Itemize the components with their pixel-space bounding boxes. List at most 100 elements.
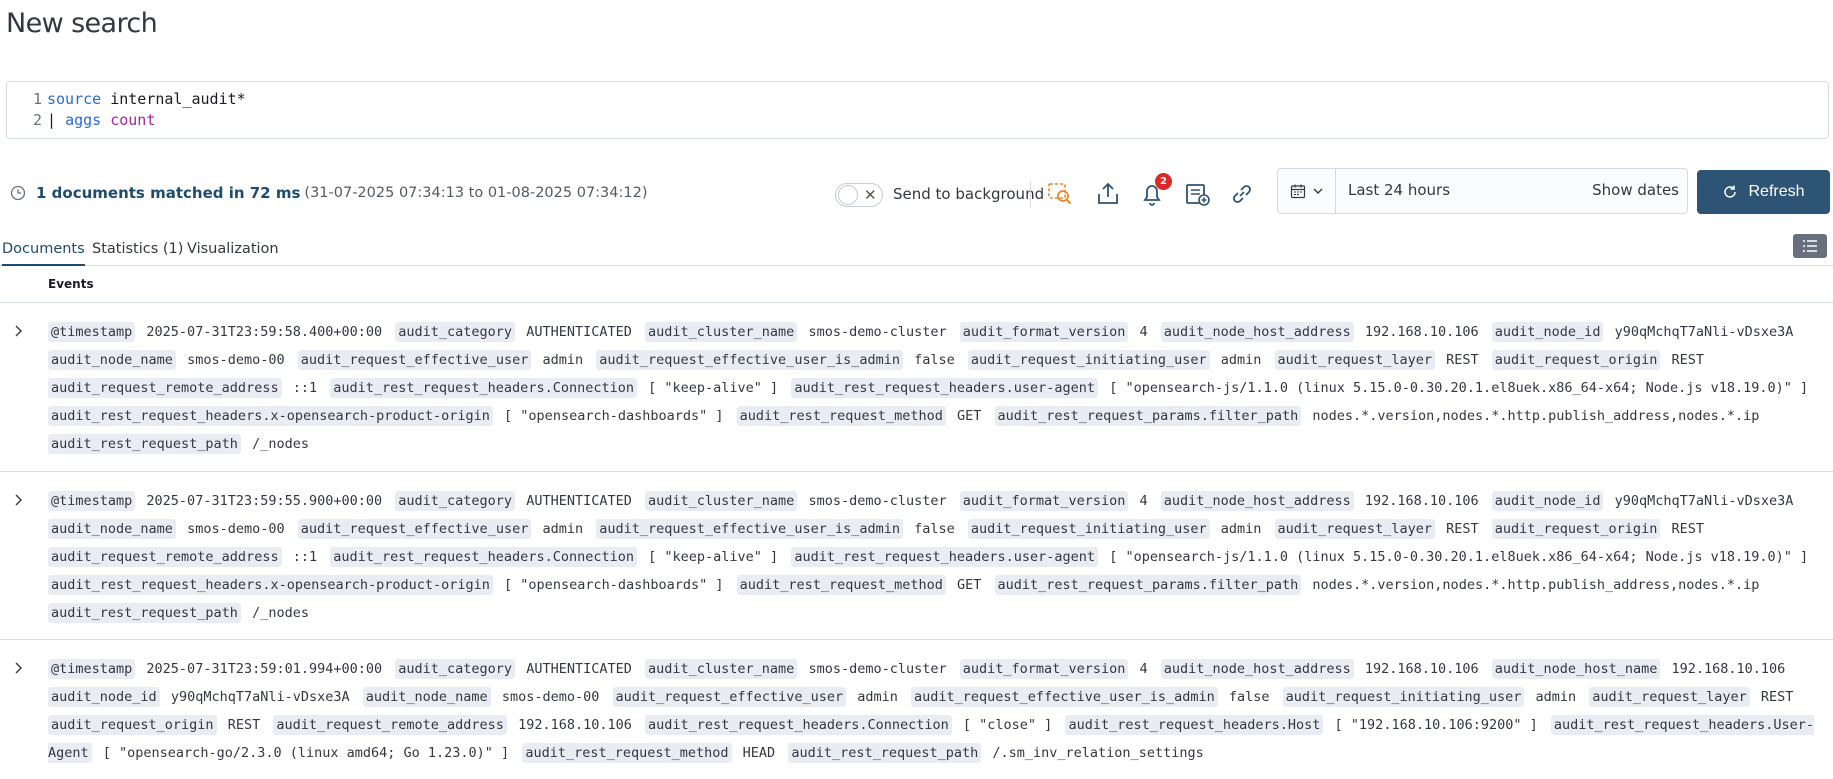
field-name[interactable]: audit_node_host_address [1160, 322, 1354, 342]
event-fields: @timestamp 2025-07-31T23:59:58.400+00:00… [48, 318, 1818, 458]
event-row: @timestamp 2025-07-31T23:59:01.994+00:00… [0, 640, 1833, 779]
field-name[interactable]: audit_request_origin [1491, 519, 1661, 539]
field-name[interactable]: audit_request_initiating_user [1282, 687, 1525, 707]
show-dates-button[interactable]: Show dates [1592, 181, 1679, 199]
field-name[interactable]: audit_node_name [48, 350, 176, 370]
field-name[interactable]: audit_request_effective_user [297, 519, 532, 539]
field-name[interactable]: audit_request_layer [1589, 687, 1750, 707]
field-value: REST [1671, 352, 1704, 368]
field-name[interactable]: audit_node_id [1491, 491, 1604, 511]
field-name[interactable]: audit_rest_request_params.filter_path [994, 406, 1302, 426]
tab-visualization[interactable]: Visualization [187, 238, 279, 266]
field-name[interactable]: audit_request_remote_address [48, 547, 282, 567]
field-name[interactable]: @timestamp [48, 491, 136, 511]
field-name[interactable]: audit_category [395, 322, 516, 342]
field-name[interactable]: audit_rest_request_path [48, 434, 241, 454]
field-name[interactable]: audit_request_initiating_user [967, 350, 1210, 370]
field-name[interactable]: audit_rest_request_headers.x-opensearch-… [48, 575, 493, 595]
query-line-2[interactable]: 2 | aggs count [7, 110, 155, 131]
chevron-right-icon[interactable] [10, 323, 26, 339]
field-name[interactable]: audit_node_name [48, 519, 176, 539]
chevron-right-icon[interactable] [10, 492, 26, 508]
field-name[interactable]: audit_cluster_name [645, 491, 798, 511]
field-name[interactable]: audit_node_host_address [1160, 491, 1354, 511]
field-name[interactable]: audit_format_version [959, 659, 1129, 679]
field-name[interactable]: audit_rest_request_headers.Connection [330, 547, 637, 567]
field-name[interactable]: audit_request_effective_user_is_admin [596, 519, 903, 539]
field-name[interactable]: @timestamp [48, 659, 136, 679]
field-name[interactable]: audit_node_id [1491, 322, 1604, 342]
field-name[interactable]: audit_rest_request_headers.Host [1065, 715, 1324, 735]
share-button[interactable] [1092, 178, 1124, 210]
field-name[interactable]: audit_node_host_address [1160, 659, 1354, 679]
field-name[interactable]: audit_node_name [362, 687, 491, 707]
field-name[interactable]: audit_request_remote_address [48, 378, 282, 398]
field-name[interactable]: audit_rest_request_path [48, 603, 241, 623]
link-button[interactable] [1226, 178, 1258, 210]
inspect-button[interactable] [1044, 178, 1076, 210]
field-name[interactable]: audit_request_remote_address [273, 715, 507, 735]
tab-statistics[interactable]: Statistics (1) [92, 238, 183, 266]
field-name[interactable]: audit_rest_request_headers.x-opensearch-… [48, 406, 493, 426]
field-name[interactable]: audit_request_effective_user_is_admin [911, 687, 1218, 707]
date-picker[interactable]: Last 24 hours Show dates [1277, 168, 1688, 214]
field-value: y90qMchqT7aNli-vDsxe3A [170, 689, 350, 705]
field-name[interactable]: audit_request_effective_user [297, 350, 532, 370]
field-name[interactable]: audit_rest_request_method [522, 743, 732, 763]
field-name[interactable]: audit_cluster_name [645, 659, 798, 679]
field-value: 192.168.10.106 [1364, 324, 1479, 340]
field-name[interactable]: audit_rest_request_path [788, 743, 982, 763]
field-name[interactable]: audit_cluster_name [645, 322, 798, 342]
field-value: AUTHENTICATED [526, 493, 632, 509]
field-name[interactable]: audit_rest_request_headers.user-agent [791, 547, 1099, 567]
field-name[interactable]: audit_request_layer [1274, 519, 1435, 539]
save-button[interactable] [1181, 178, 1213, 210]
field-name[interactable]: audit_request_effective_user [612, 687, 847, 707]
field-value: /.sm_inv_relation_settings [992, 745, 1204, 761]
field-name[interactable]: audit_rest_request_params.filter_path [994, 575, 1302, 595]
field-value: ::1 [292, 549, 318, 565]
field-name[interactable]: audit_node_id [48, 687, 160, 707]
field-name[interactable]: audit_request_origin [1491, 350, 1661, 370]
alerts-button[interactable]: 2 [1136, 173, 1172, 210]
field-name[interactable]: audit_category [395, 491, 516, 511]
field-name[interactable]: audit_format_version [959, 491, 1129, 511]
field-name[interactable]: audit_format_version [959, 322, 1129, 342]
send-to-background-toggle[interactable]: ✕ [835, 183, 883, 207]
field-name[interactable]: audit_rest_request_headers.user-agent [791, 378, 1099, 398]
query-line-1[interactable]: 1 source internal_audit* [7, 89, 246, 110]
field-value: 4 [1139, 324, 1148, 340]
save-icon [1186, 184, 1210, 206]
field-name[interactable]: audit_request_initiating_user [967, 519, 1210, 539]
date-range-label[interactable]: Last 24 hours [1348, 181, 1450, 199]
tab-documents[interactable]: Documents [2, 238, 85, 266]
field-name[interactable]: @timestamp [48, 322, 136, 342]
field-value: GET [956, 408, 982, 424]
field-name[interactable]: audit_rest_request_headers.Connection [645, 715, 952, 735]
line-number: 1 [32, 90, 42, 108]
field-name[interactable]: audit_node_host_name [1491, 659, 1661, 679]
refresh-button[interactable]: Refresh [1697, 170, 1830, 214]
field-name[interactable]: audit_rest_request_method [736, 406, 946, 426]
field-name[interactable]: audit_rest_request_method [736, 575, 946, 595]
calendar-icon [1290, 184, 1305, 199]
send-to-background-label: Send to background [893, 185, 1045, 203]
field-value: GET [956, 577, 982, 593]
quick-select-button[interactable] [1278, 169, 1336, 213]
field-value: 4 [1139, 661, 1148, 677]
field-value: 2025-07-31T23:59:01.994+00:00 [146, 661, 383, 677]
chevron-down-icon [1313, 188, 1322, 194]
query-keyword: aggs [65, 111, 102, 129]
field-name[interactable]: audit_request_effective_user_is_admin [596, 350, 903, 370]
chevron-right-icon[interactable] [10, 660, 26, 676]
event-row: @timestamp 2025-07-31T23:59:58.400+00:00… [0, 303, 1833, 472]
field-name[interactable]: audit_category [395, 659, 516, 679]
field-value: ::1 [292, 380, 318, 396]
query-editor[interactable]: 1 source internal_audit* 2 | aggs count [6, 81, 1829, 139]
field-name[interactable]: audit_request_layer [1274, 350, 1435, 370]
field-value: /_nodes [252, 605, 309, 621]
field-name[interactable]: audit_request_origin [48, 715, 217, 735]
field-value: admin [857, 689, 898, 705]
table-view-button[interactable] [1793, 234, 1827, 258]
field-name[interactable]: audit_rest_request_headers.Connection [330, 378, 637, 398]
